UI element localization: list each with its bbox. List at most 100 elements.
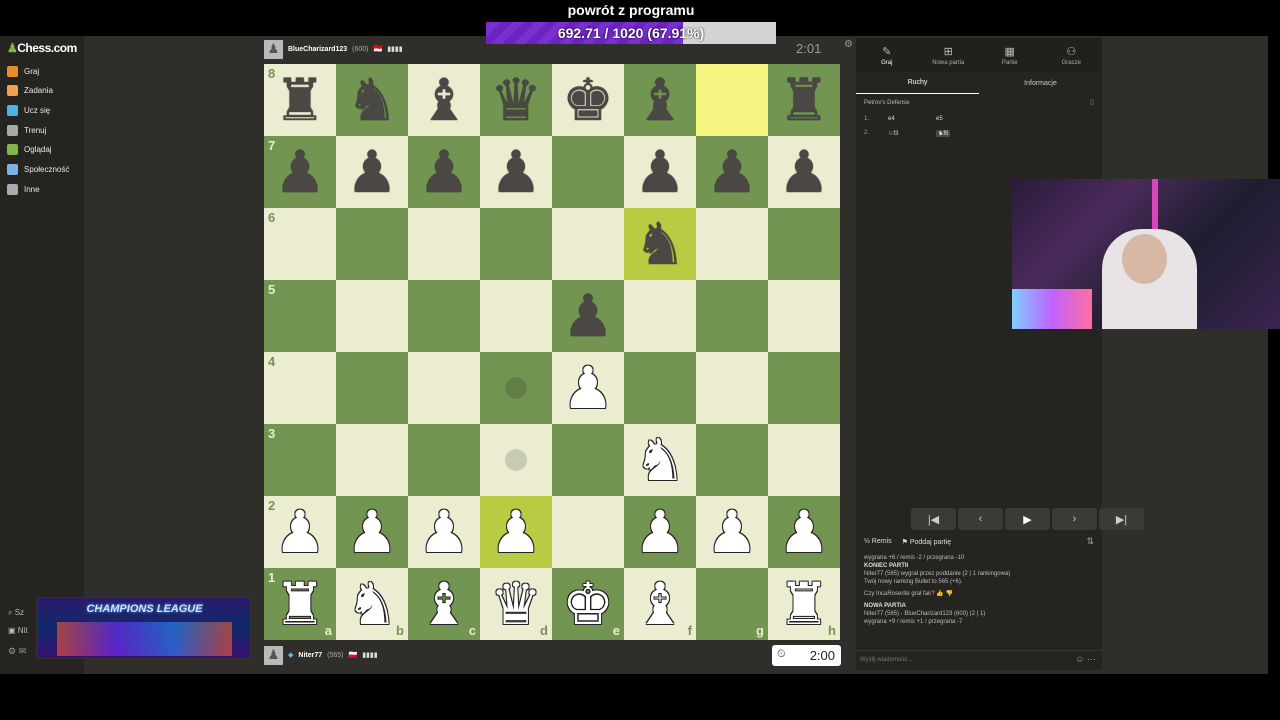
- square-e3[interactable]: [552, 424, 624, 496]
- black-pawn-icon[interactable]: ♟: [562, 280, 614, 352]
- book-icon[interactable]: ▯: [1090, 98, 1094, 106]
- black-pawn-icon[interactable]: ♟: [778, 136, 830, 208]
- white-bishop-icon[interactable]: ♝: [634, 568, 686, 640]
- nav-bottom-icons[interactable]: ⚙ ✉: [8, 646, 26, 657]
- square-e6[interactable]: [552, 208, 624, 280]
- opening-name[interactable]: Petrov's Defense: [864, 100, 910, 106]
- sidebar-item-6[interactable]: Inne: [7, 180, 40, 198]
- white-pawn-icon[interactable]: ♟: [346, 496, 398, 568]
- square-b2[interactable]: ♟: [336, 496, 408, 568]
- square-c7[interactable]: ♟: [408, 136, 480, 208]
- square-b6[interactable]: [336, 208, 408, 280]
- square-d7[interactable]: ♟: [480, 136, 552, 208]
- square-f3[interactable]: ♞: [624, 424, 696, 496]
- flip-board-icon[interactable]: ⇅: [1086, 536, 1094, 547]
- black-pawn-icon[interactable]: ♟: [418, 136, 470, 208]
- play-button[interactable]: ▶: [1005, 508, 1050, 530]
- square-g4[interactable]: [696, 352, 768, 424]
- black-bishop-icon[interactable]: ♝: [418, 64, 470, 136]
- white-move[interactable]: e4: [888, 116, 895, 122]
- square-c8[interactable]: ♝: [408, 64, 480, 136]
- square-e4[interactable]: ♟: [552, 352, 624, 424]
- black-bishop-icon[interactable]: ♝: [634, 64, 686, 136]
- square-c2[interactable]: ♟: [408, 496, 480, 568]
- square-a7[interactable]: ♟ 7: [264, 136, 336, 208]
- white-bishop-icon[interactable]: ♝: [418, 568, 470, 640]
- square-h7[interactable]: ♟: [768, 136, 840, 208]
- white-pawn-icon[interactable]: ♟: [274, 496, 326, 568]
- square-e1[interactable]: ♚ e: [552, 568, 624, 640]
- square-c6[interactable]: [408, 208, 480, 280]
- square-b1[interactable]: ♞ b: [336, 568, 408, 640]
- square-g2[interactable]: ♟: [696, 496, 768, 568]
- square-b5[interactable]: [336, 280, 408, 352]
- tab-moves[interactable]: Ruchy: [856, 72, 979, 94]
- chess-board[interactable]: ♜ 8 ♞ ♝ ♛ ♚ ♝ ♜ ♟ 7 ♟ ♟ ♟ ♟ ♟ ♟ 6 ♞ 5 ♟ 4 ♟ 3 ♞ ♟ 2 ♟ ♟ ♟ ♟ ♟ ♟ ♜ 1 a ♞ b ♝ c ♛…: [264, 64, 841, 640]
- nav-user[interactable]: ▣ Nit: [8, 626, 28, 635]
- white-rook-icon[interactable]: ♜: [778, 568, 830, 640]
- tab-games[interactable]: ▦ Partie: [979, 38, 1041, 72]
- square-c1[interactable]: ♝ c: [408, 568, 480, 640]
- bottom-player-name[interactable]: Niter77: [298, 652, 322, 659]
- gear-icon[interactable]: ⚙: [844, 39, 853, 50]
- white-knight-icon[interactable]: ♞: [346, 568, 398, 640]
- black-move[interactable]: ♞f6: [936, 130, 951, 137]
- black-king-icon[interactable]: ♚: [562, 64, 614, 136]
- square-a8[interactable]: ♜ 8: [264, 64, 336, 136]
- tab-info[interactable]: Informacje: [979, 72, 1102, 94]
- square-b3[interactable]: [336, 424, 408, 496]
- square-h4[interactable]: [768, 352, 840, 424]
- white-move[interactable]: ♘f3: [888, 130, 898, 137]
- sidebar-item-2[interactable]: Ucz się: [7, 101, 50, 119]
- square-h5[interactable]: [768, 280, 840, 352]
- black-pawn-icon[interactable]: ♟: [706, 136, 758, 208]
- square-h2[interactable]: ♟: [768, 496, 840, 568]
- square-b4[interactable]: [336, 352, 408, 424]
- white-pawn-icon[interactable]: ♟: [562, 352, 614, 424]
- sidebar-item-1[interactable]: Zadania: [7, 82, 53, 100]
- square-e7[interactable]: [552, 136, 624, 208]
- thumbs-up-icon[interactable]: 👍: [936, 591, 943, 597]
- thumbs-down-icon[interactable]: 👎: [946, 591, 953, 597]
- sidebar-item-0[interactable]: Graj: [7, 62, 39, 80]
- tab-play[interactable]: ✎ Graj: [856, 38, 918, 72]
- top-player-name[interactable]: BlueCharizard123: [288, 46, 347, 53]
- square-c3[interactable]: [408, 424, 480, 496]
- black-pawn-icon[interactable]: ♟: [274, 136, 326, 208]
- tab-new-game[interactable]: ⊞ Nowa partia: [918, 38, 980, 72]
- square-f5[interactable]: [624, 280, 696, 352]
- emoji-icon[interactable]: ☺ ⋯: [1075, 654, 1096, 665]
- white-queen-icon[interactable]: ♛: [490, 568, 542, 640]
- black-pawn-icon[interactable]: ♟: [490, 136, 542, 208]
- square-d2[interactable]: ♟: [480, 496, 552, 568]
- square-c4[interactable]: [408, 352, 480, 424]
- square-d8[interactable]: ♛: [480, 64, 552, 136]
- square-e2[interactable]: [552, 496, 624, 568]
- square-d5[interactable]: [480, 280, 552, 352]
- square-a5[interactable]: 5: [264, 280, 336, 352]
- square-h6[interactable]: [768, 208, 840, 280]
- square-a1[interactable]: ♜ 1 a: [264, 568, 336, 640]
- square-a3[interactable]: 3: [264, 424, 336, 496]
- black-rook-icon[interactable]: ♜: [274, 64, 326, 136]
- sidebar-item-4[interactable]: Oglądaj: [7, 141, 52, 159]
- black-queen-icon[interactable]: ♛: [490, 64, 542, 136]
- square-g8[interactable]: [696, 64, 768, 136]
- square-f7[interactable]: ♟: [624, 136, 696, 208]
- square-e5[interactable]: ♟: [552, 280, 624, 352]
- legal-move-dot[interactable]: [505, 449, 527, 471]
- white-pawn-icon[interactable]: ♟: [706, 496, 758, 568]
- white-king-icon[interactable]: ♚: [562, 568, 614, 640]
- square-f6[interactable]: ♞: [624, 208, 696, 280]
- white-pawn-icon[interactable]: ♟: [418, 496, 470, 568]
- square-h1[interactable]: ♜ h: [768, 568, 840, 640]
- next-move-button[interactable]: ›: [1052, 508, 1097, 530]
- white-knight-icon[interactable]: ♞: [634, 424, 686, 496]
- square-h3[interactable]: [768, 424, 840, 496]
- bottom-player-avatar[interactable]: ♟: [264, 645, 283, 665]
- square-g1[interactable]: g: [696, 568, 768, 640]
- square-f4[interactable]: [624, 352, 696, 424]
- black-knight-icon[interactable]: ♞: [634, 208, 686, 280]
- square-a4[interactable]: 4: [264, 352, 336, 424]
- square-b8[interactable]: ♞: [336, 64, 408, 136]
